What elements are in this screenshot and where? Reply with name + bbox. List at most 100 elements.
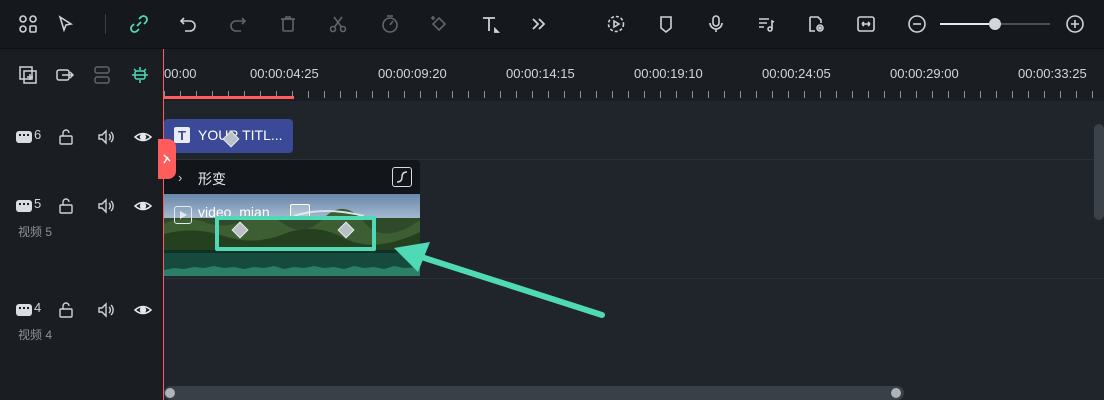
video-track-icon <box>14 196 34 216</box>
ruler-tick <box>660 91 661 98</box>
ruler-tick <box>500 91 501 98</box>
ruler-tick <box>900 91 901 98</box>
audio-mix-icon[interactable] <box>752 10 780 38</box>
scroll-handle-left[interactable] <box>165 388 175 398</box>
ruler-tick <box>596 91 597 98</box>
ruler-tick <box>420 91 421 98</box>
fit-timeline-icon[interactable] <box>852 10 880 38</box>
add-track-icon[interactable] <box>16 63 40 87</box>
zoom-out-icon[interactable] <box>903 10 931 38</box>
toolbar-divider <box>105 14 106 34</box>
lock-icon[interactable] <box>56 127 76 147</box>
ruler-tick <box>436 91 437 98</box>
marker-icon[interactable] <box>652 10 680 38</box>
transform-label: 形变 <box>198 171 226 187</box>
played-range-indicator <box>164 96 294 99</box>
ruler-time-label: 00:00:19:10 <box>634 66 703 81</box>
track-number: 6 <box>34 127 42 142</box>
ruler-tick <box>1012 91 1013 98</box>
ruler-tick <box>484 91 485 98</box>
group-track-icon[interactable] <box>90 63 114 87</box>
more-icon[interactable] <box>524 10 552 38</box>
ruler-tick <box>1076 91 1077 98</box>
delete-icon[interactable] <box>274 10 302 38</box>
ruler-tick <box>308 91 309 98</box>
track-tools-panel <box>0 49 164 101</box>
ruler-tick <box>388 91 389 98</box>
curve-icon[interactable] <box>392 167 412 187</box>
track-header-5: 5 视频 5 <box>0 160 164 278</box>
speaker-icon[interactable] <box>96 196 116 216</box>
cut-icon[interactable] <box>324 10 352 38</box>
video-clip-icon <box>174 206 192 224</box>
zoom-slider-fill <box>940 23 995 25</box>
ruler-tick <box>980 91 981 98</box>
ruler-tick <box>468 91 469 98</box>
ruler-tick <box>1044 91 1045 98</box>
microphone-icon[interactable] <box>702 10 730 38</box>
ruler-tick <box>676 91 677 98</box>
ruler-tick <box>788 91 789 98</box>
expand-chevron-icon[interactable]: › <box>178 170 182 185</box>
layout-icon[interactable] <box>14 10 42 38</box>
ruler-tick <box>452 91 453 98</box>
scroll-handle-right[interactable] <box>891 388 901 398</box>
eye-icon[interactable] <box>133 300 153 320</box>
playhead-handle[interactable] <box>158 139 176 179</box>
ruler-tick <box>948 91 949 98</box>
ruler-tick <box>740 91 741 98</box>
zoom-slider-handle[interactable] <box>989 18 1001 30</box>
annotation-arrow <box>394 242 605 318</box>
auto-ripple-icon[interactable] <box>602 10 630 38</box>
zoom-in-icon[interactable] <box>1061 10 1089 38</box>
keyframe-icon[interactable] <box>425 10 453 38</box>
ruler-tick <box>964 91 965 98</box>
ruler-tick <box>804 91 805 98</box>
ruler-time-label: 00:00 <box>164 66 197 81</box>
select-tool-icon[interactable] <box>52 10 80 38</box>
ruler-tick <box>836 91 837 98</box>
timeline-ruler[interactable]: 00:00 00:00:04:25 00:00:09:20 00:00:14:1… <box>164 49 1104 101</box>
track-name: 视频 5 <box>18 225 53 239</box>
ruler-tick <box>932 91 933 98</box>
ruler-tick <box>580 91 581 98</box>
text-icon[interactable] <box>476 10 504 38</box>
lock-icon[interactable] <box>56 300 76 320</box>
preview-render-icon[interactable] <box>802 10 830 38</box>
highlight-box <box>215 216 376 251</box>
ruler-time-label: 00:00:24:05 <box>762 66 831 81</box>
speaker-icon[interactable] <box>96 300 116 320</box>
track-name: 视频 4 <box>18 328 53 342</box>
lock-icon[interactable] <box>56 196 76 216</box>
eye-icon[interactable] <box>133 196 153 216</box>
ruler-tick <box>724 91 725 98</box>
speed-icon[interactable] <box>376 10 404 38</box>
ruler-tick <box>324 91 325 98</box>
eye-icon[interactable] <box>133 127 153 147</box>
ruler-tick <box>996 91 997 98</box>
audio-waveform <box>164 250 420 276</box>
ruler-tick <box>1060 91 1061 98</box>
ruler-tick <box>884 91 885 98</box>
speaker-icon[interactable] <box>96 127 116 147</box>
zoom-slider[interactable] <box>940 18 1050 30</box>
vertical-scrollbar[interactable] <box>1094 124 1104 220</box>
ruler-tick <box>708 91 709 98</box>
horizontal-scrollbar[interactable] <box>164 386 904 400</box>
ruler-tick <box>516 91 517 98</box>
ruler-tick <box>404 91 405 98</box>
redo-icon[interactable] <box>224 10 252 38</box>
track-number: 4 <box>34 300 42 315</box>
playhead-line[interactable] <box>163 49 164 400</box>
transform-keyframe-panel: › 形变 <box>164 160 420 194</box>
ruler-tick <box>1028 91 1029 98</box>
title-clip-label: YOUR TITL... <box>198 127 283 143</box>
ruler-time-label: 00:00:33:25 <box>1018 66 1087 81</box>
link-track-icon[interactable] <box>53 63 77 87</box>
undo-icon[interactable] <box>174 10 202 38</box>
ruler-tick <box>644 91 645 98</box>
link-icon[interactable] <box>125 10 153 38</box>
magnet-snap-icon[interactable] <box>128 63 152 87</box>
ruler-tick <box>772 91 773 98</box>
ruler-tick <box>564 91 565 98</box>
